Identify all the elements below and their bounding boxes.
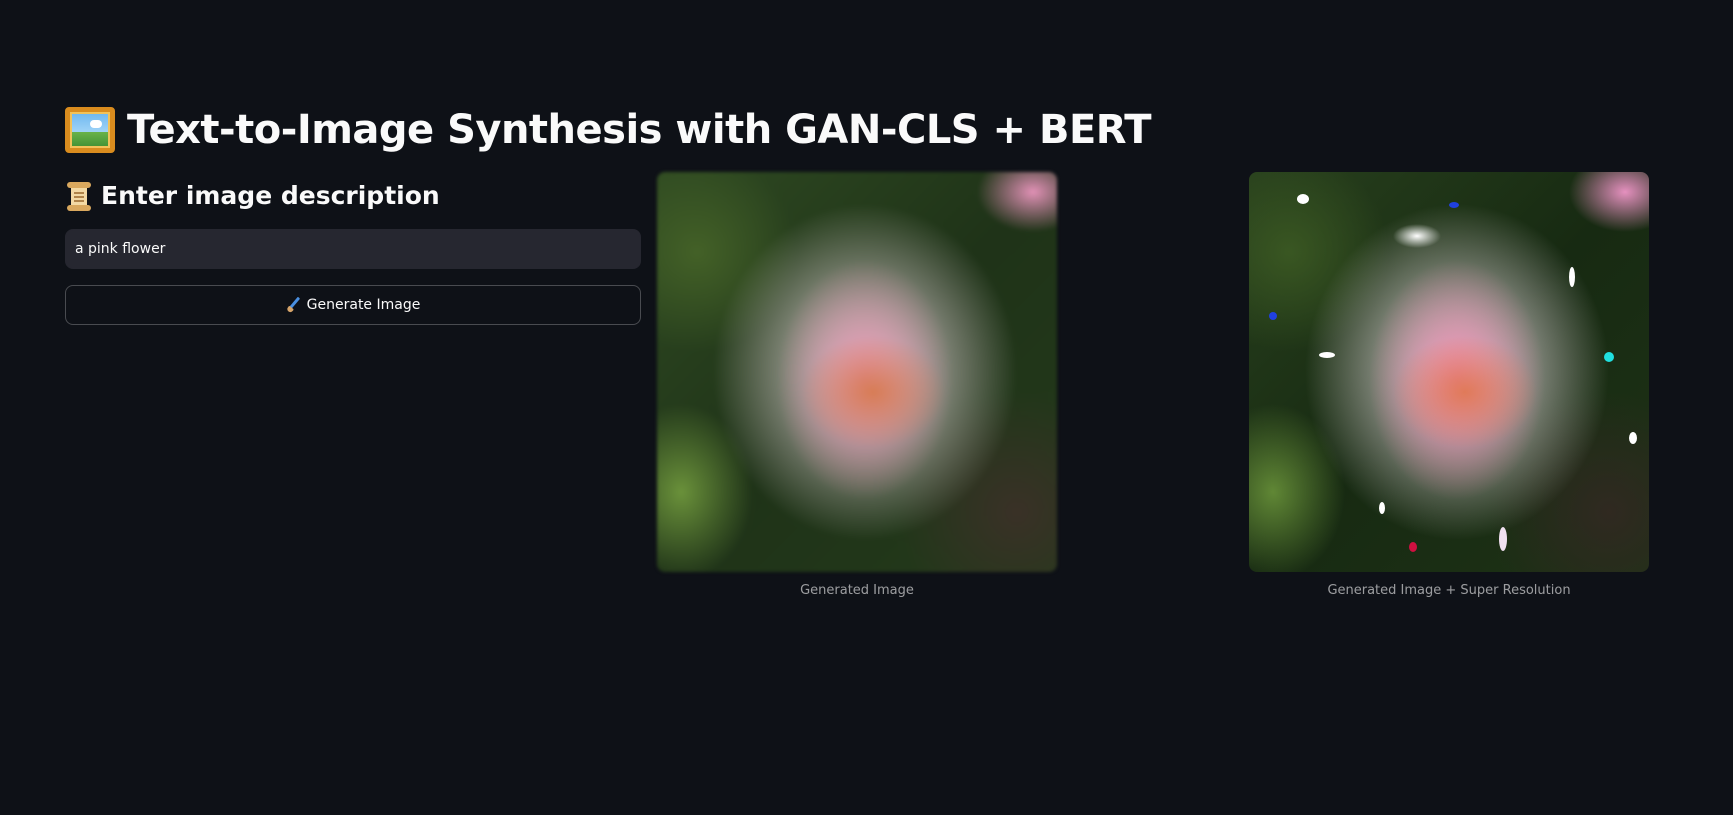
generate-image-button-label: Generate Image bbox=[306, 297, 421, 313]
app-root: Text-to-Image Synthesis with GAN-CLS + B… bbox=[0, 0, 1733, 815]
paintbrush-icon bbox=[285, 296, 302, 314]
description-input[interactable] bbox=[65, 229, 641, 269]
description-subheader-text: Enter image description bbox=[101, 181, 440, 210]
super-resolution-image bbox=[1249, 172, 1649, 572]
generate-image-button[interactable]: Generate Image bbox=[65, 285, 641, 325]
framed-picture-icon bbox=[65, 107, 115, 153]
page-title-text: Text-to-Image Synthesis with GAN-CLS + B… bbox=[127, 107, 1152, 153]
generated-image bbox=[657, 172, 1057, 572]
super-resolution-image-caption: Generated Image + Super Resolution bbox=[1327, 583, 1571, 598]
description-subheader: Enter image description bbox=[65, 176, 440, 216]
scroll-icon bbox=[65, 181, 93, 211]
generated-image-caption: Generated Image bbox=[800, 583, 914, 598]
page-title: Text-to-Image Synthesis with GAN-CLS + B… bbox=[65, 100, 1152, 160]
